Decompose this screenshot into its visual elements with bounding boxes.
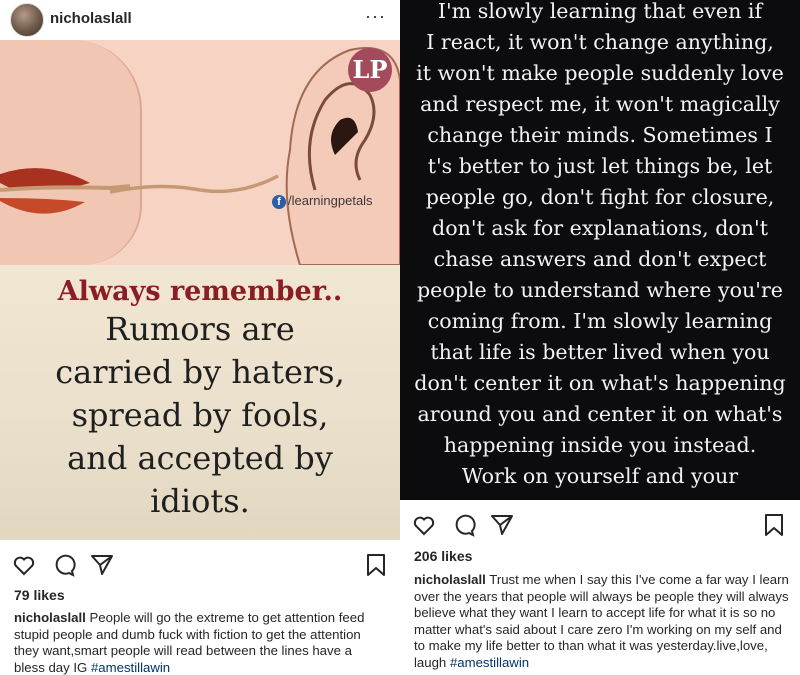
heart-icon[interactable] bbox=[412, 513, 436, 537]
caption-username[interactable]: nicholaslall bbox=[14, 610, 86, 625]
quote-line: carried by haters, bbox=[55, 353, 345, 391]
more-icon[interactable]: ··· bbox=[365, 6, 386, 27]
post-header: nicholaslall ··· bbox=[0, 0, 400, 40]
bookmark-icon[interactable] bbox=[762, 513, 786, 537]
bookmark-icon[interactable] bbox=[364, 553, 388, 577]
heart-icon[interactable] bbox=[12, 553, 36, 577]
quote-line: t's better to just let things be, let bbox=[427, 154, 773, 178]
quote-line: I'm slowly learning that even if bbox=[437, 0, 763, 23]
quote-line: Rumors are bbox=[105, 310, 295, 348]
caption-username[interactable]: nicholaslall bbox=[414, 572, 486, 587]
quote-heading: Always remember.. bbox=[57, 276, 343, 307]
caption: nicholaslall Trust me when I say this I'… bbox=[414, 572, 792, 671]
post-username[interactable]: nicholaslall bbox=[50, 10, 132, 27]
brand-logo: LP bbox=[348, 48, 392, 92]
quote-body: Rumors are carried by haters, spread by … bbox=[0, 308, 400, 523]
quote-line: people to understand where you're bbox=[417, 278, 783, 302]
quote-line: around you and center it on what's bbox=[417, 402, 783, 426]
quote-line: people go, don't fight for closure, bbox=[425, 185, 775, 209]
quote-line: coming from. I'm slowly learning bbox=[427, 309, 773, 333]
like-count[interactable]: 206 likes bbox=[414, 548, 472, 564]
quote-line: idiots. bbox=[150, 482, 250, 520]
action-bar bbox=[400, 507, 800, 543]
like-count[interactable]: 79 likes bbox=[14, 587, 65, 603]
hashtag-link[interactable]: #amestillawin bbox=[91, 660, 170, 675]
comment-icon[interactable] bbox=[52, 553, 76, 577]
hashtag-link[interactable]: #amestillawin bbox=[450, 655, 529, 670]
image-handle: f/learningpetals bbox=[272, 193, 373, 209]
quote-line: it won't make people suddenly love bbox=[416, 61, 784, 85]
quote-line: don't ask for explanations, don't bbox=[432, 216, 768, 240]
quote-line: I react, it won't change anything, bbox=[426, 30, 774, 54]
quote-line: and accepted by bbox=[67, 439, 333, 477]
tongue-illustration bbox=[110, 174, 279, 194]
avatar[interactable] bbox=[10, 3, 44, 37]
quote-text: I'm slowly learning that even if I react… bbox=[400, 0, 800, 492]
post-image: I'm slowly learning that even if I react… bbox=[400, 0, 800, 500]
action-bar bbox=[0, 547, 400, 583]
caption: nicholaslall People will go the extreme … bbox=[14, 610, 386, 675]
quote-line: don't center it on what's happening bbox=[414, 371, 786, 395]
share-icon[interactable] bbox=[90, 553, 114, 577]
quote-line: happening inside you instead. bbox=[443, 433, 757, 457]
left-post: nicholaslall ··· LP f/learningpetals Alw… bbox=[0, 0, 400, 675]
quote-line: spread by fools, bbox=[71, 396, 329, 434]
quote-line: and respect me, it won't magically bbox=[420, 92, 780, 116]
quote-line: that life is better lived when you bbox=[430, 340, 770, 364]
right-post: I'm slowly learning that even if I react… bbox=[400, 0, 800, 675]
quote-line: Work on yourself and your bbox=[461, 464, 739, 488]
facebook-icon: f bbox=[272, 195, 286, 209]
share-icon[interactable] bbox=[490, 513, 514, 537]
post-image: LP f/learningpetals Always remember.. Ru… bbox=[0, 40, 400, 540]
quote-line: change their minds. Sometimes I bbox=[427, 123, 773, 147]
handle-text: /learningpetals bbox=[288, 193, 373, 208]
quote-line: chase answers and don't expect bbox=[433, 247, 767, 271]
comment-icon[interactable] bbox=[452, 513, 476, 537]
